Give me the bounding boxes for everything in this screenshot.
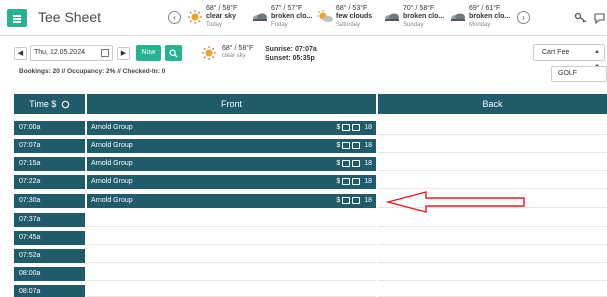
cloud-icon [385,13,399,21]
booking-row[interactable]: Arnold Group $ 18 [87,157,376,171]
booking-row[interactable]: Arnold Group $ 18 [87,175,376,189]
cart-icon [342,177,351,185]
hamburger-icon [13,15,21,17]
bag-icon [352,141,361,149]
back-column-header: Back [378,94,607,114]
back-slot[interactable] [378,249,607,263]
weather-day: 68° / 53°F few clouds Saturday [316,5,378,31]
time-slot[interactable]: 07:00a [14,121,85,135]
time-slot[interactable]: 08:00a [14,267,85,281]
cart-icon [342,141,351,149]
menu-button[interactable] [7,9,27,27]
booking-row[interactable]: Arnold Group $ 18 [87,139,376,153]
course-select[interactable]: GOLF [551,66,607,82]
top-bar: Tee Sheet ‹ 68° / 58°F clear sky Today 6… [0,0,607,36]
page-title: Tee Sheet [38,9,102,25]
time-slot[interactable]: 07:30a [14,194,85,208]
back-slot[interactable] [378,157,607,171]
front-slot[interactable] [87,249,376,263]
cloud-icon [253,13,267,21]
current-temp: 68° / 58°F [222,45,254,52]
calendar-icon [101,49,109,57]
booking-row[interactable]: Arnold Group $ 18 [87,121,376,135]
bag-icon [352,196,361,204]
current-weather-desc: clear sky [222,53,246,59]
date-input[interactable]: Thu, 12.05.2024 [30,45,113,61]
cart-icon [342,123,351,131]
bag-icon [352,159,361,167]
search-button[interactable] [165,45,182,61]
bag-icon [352,123,361,131]
cart-icon [342,159,351,167]
cart-fee-select[interactable]: Cart Fee ▲▼ [533,44,605,70]
date-prev-button[interactable]: ◀ [14,47,27,60]
search-icon [169,49,178,58]
booking-row[interactable]: Arnold Group $ 18 [87,194,376,208]
front-slot[interactable] [87,267,376,281]
bag-icon [352,177,361,185]
time-slot[interactable]: 07:52a [14,249,85,263]
annotation-arrow [386,191,525,213]
back-slot[interactable] [378,139,607,153]
time-slot[interactable]: 07:07a [14,139,85,153]
back-slot[interactable] [378,121,607,135]
back-slot[interactable] [378,231,607,245]
weather-day: 68° / 58°F clear sky Today [186,5,248,31]
refresh-icon[interactable] [61,100,70,109]
back-slot[interactable] [378,213,607,227]
key-icon[interactable] [574,11,588,25]
front-column-header: Front [87,94,376,114]
front-slot[interactable] [87,285,376,297]
back-slot[interactable] [378,285,607,297]
sunrise-text: Sunrise: 07:07a [265,46,317,53]
time-slot[interactable]: 07:15a [14,157,85,171]
weather-day: 67° / 57°F broken clo... Friday [251,5,313,31]
cloud-icon [451,13,465,21]
time-slot[interactable]: 07:45a [14,231,85,245]
now-button[interactable]: Now [136,45,161,61]
weather-prev-button[interactable]: ‹ [168,11,181,24]
time-slot[interactable]: 07:22a [14,175,85,189]
front-slot[interactable] [87,231,376,245]
weather-day: 70° / 58°F broken clo... Sunday [383,5,445,31]
back-slot[interactable] [378,267,607,281]
sun-times: Sunrise: 07:07a Sunset: 05:35p [265,45,317,63]
sun-icon [188,10,202,24]
date-next-button[interactable]: ▶ [117,47,130,60]
sun-icon [202,46,216,60]
cart-icon [342,196,351,204]
weather-next-button[interactable]: › [517,11,530,24]
booking-stats: Bookings: 20 // Occupancy: 2% // Checked… [19,68,166,75]
time-column-header[interactable]: Time $ [14,94,85,114]
time-slot[interactable]: 08:07a [14,285,85,297]
time-slot[interactable]: 07:37a [14,213,85,227]
front-slot[interactable] [87,213,376,227]
sun-cloud-icon [317,10,333,22]
chat-icon[interactable] [593,11,607,25]
weather-day: 69° / 61°F broken clo... Monday [449,5,511,31]
sunset-text: Sunset: 05:35p [265,55,315,62]
back-slot[interactable] [378,175,607,189]
